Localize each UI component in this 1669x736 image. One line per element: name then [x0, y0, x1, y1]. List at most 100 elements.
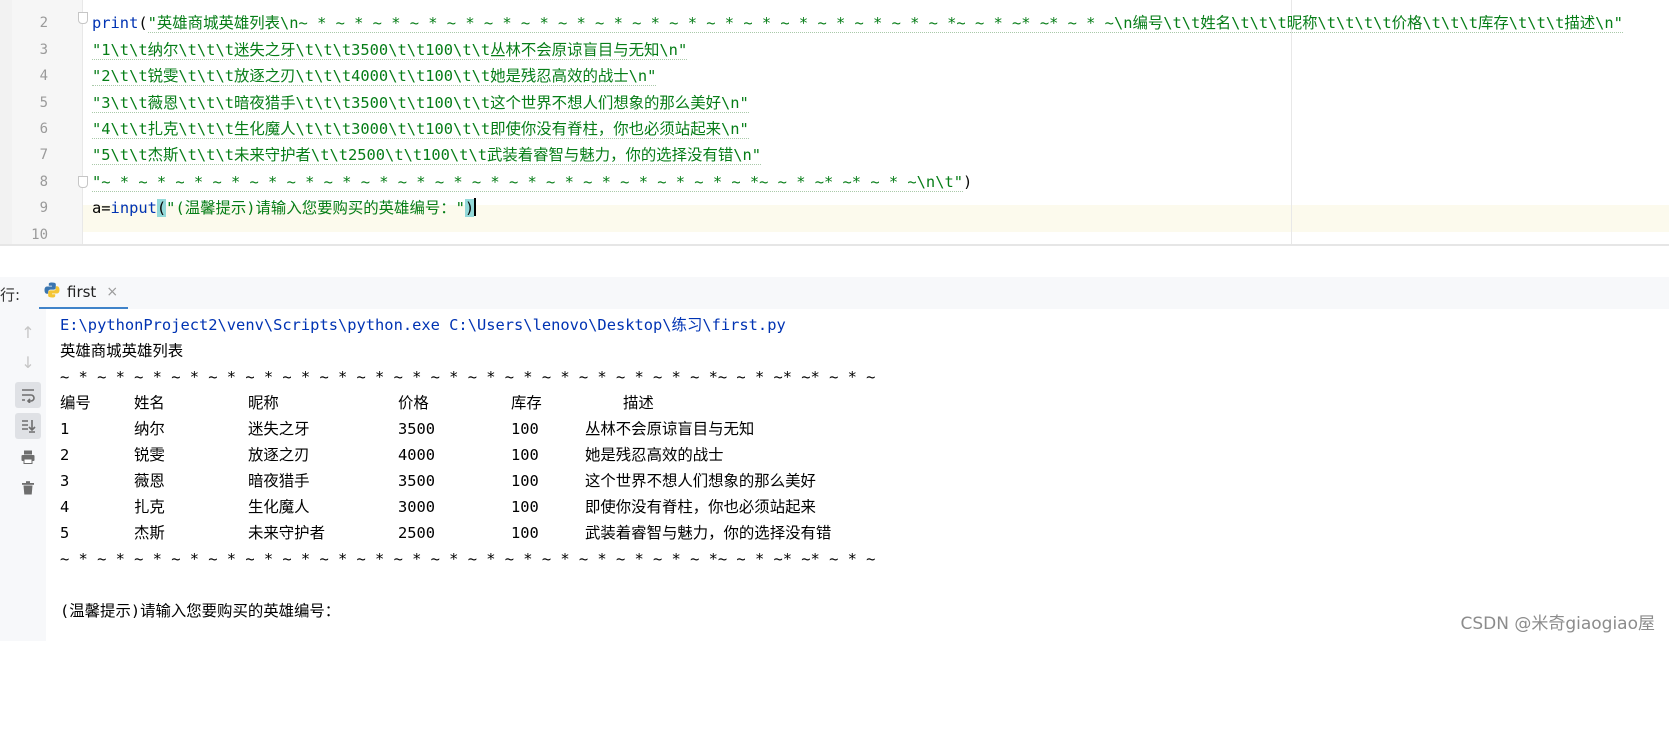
string-literal: "~ * ~ * ~ * ~ * ~ * ~ * ~ * ~ * ~ * ~ *… [92, 173, 963, 192]
print-keyword: print [92, 14, 139, 32]
scroll-to-end-icon[interactable] [15, 413, 41, 439]
header-cell: 昵称 [248, 394, 279, 412]
cell-stock: 100 [511, 498, 539, 516]
cell-name: 扎克 [134, 498, 165, 516]
fold-marker-icon[interactable] [78, 176, 88, 188]
cell-name: 锐雯 [134, 446, 165, 464]
close-paren: ) [963, 173, 973, 191]
line-number: 3 [39, 42, 48, 58]
cell-stock: 100 [511, 472, 539, 490]
string-literal: "英雄商城英雄列表\n~ * ~ * ~ * ~ * ~ * ~ * ~ * ~… [147, 14, 1623, 33]
cell-description: 武装着睿智与魅力，你的选择没有错 [585, 524, 832, 542]
cell-nickname: 放逐之刃 [248, 446, 310, 464]
cell-id: 2 [60, 446, 70, 464]
text-caret [474, 198, 477, 216]
line-number: 8 [39, 174, 48, 190]
editor-divider [0, 244, 1669, 246]
cell-name: 杰斯 [134, 524, 165, 542]
cell-id: 4 [60, 498, 70, 516]
header-cell: 库存 [511, 394, 542, 412]
code-line-4[interactable]: "2\t\t锐雯\t\t\t放逐之刃\t\t\t4000\t\t100\t\t她… [92, 63, 657, 90]
line-number: 7 [39, 147, 48, 163]
cell-nickname: 未来守护者 [248, 524, 325, 542]
run-label: 行: [0, 286, 21, 304]
code-line-8[interactable]: "~ * ~ * ~ * ~ * ~ * ~ * ~ * ~ * ~ * ~ *… [92, 169, 972, 196]
console-table-row: 4 扎克 生化魔人 3000 100 即使你没有脊柱，你也必须站起来 [60, 494, 960, 521]
tab-first[interactable]: first × [39, 277, 129, 310]
header-cell: 描述 [623, 394, 654, 412]
string-literal: "2\t\t锐雯\t\t\t放逐之刃\t\t\t4000\t\t100\t\t她… [92, 67, 657, 86]
code-line-7[interactable]: "5\t\t杰斯\t\t\t未来守护者\t\t2500\t\t100\t\t武装… [92, 142, 762, 169]
cell-description: 这个世界不想人们想象的那么美好 [585, 472, 816, 490]
line-number: 10 [31, 227, 48, 243]
code-editor[interactable]: 2 3 4 5 6 7 8 9 10 print("英雄商城英雄列表\n~ * … [0, 0, 1669, 246]
open-paren: ( [138, 14, 148, 32]
console-output[interactable]: E:\pythonProject2\venv\Scripts\python.ex… [46, 309, 1669, 641]
cell-id: 3 [60, 472, 70, 490]
close-icon[interactable]: × [106, 284, 118, 300]
string-literal: "3\t\t薇恩\t\t\t暗夜猎手\t\t\t3500\t\t100\t\t这… [92, 94, 749, 113]
code-line-9[interactable]: a=input("(温馨提示)请输入您要购买的英雄编号：") [92, 195, 477, 222]
cell-name: 薇恩 [134, 472, 165, 490]
console-separator: ~ * ~ * ~ * ~ * ~ * ~ * ~ * ~ * ~ * ~ * … [60, 550, 876, 568]
close-paren: ) [464, 199, 475, 217]
cell-description: 丛林不会原谅盲目与无知 [585, 420, 755, 438]
console-title: 英雄商城英雄列表 [60, 342, 184, 360]
header-cell: 姓名 [134, 394, 165, 412]
cell-nickname: 暗夜猎手 [248, 472, 310, 490]
console-command-line: E:\pythonProject2\venv\Scripts\python.ex… [60, 316, 786, 334]
arrow-down-icon[interactable]: ↓ [15, 349, 41, 375]
console-table-row: 3 薇恩 暗夜猎手 3500 100 这个世界不想人们想象的那么美好 [60, 468, 960, 495]
cell-price: 3500 [398, 420, 436, 438]
cell-price: 4000 [398, 446, 436, 464]
cell-price: 3500 [398, 472, 436, 490]
console-table-row: 1 纳尔 迷失之牙 3500 100 丛林不会原谅盲目与无知 [60, 416, 960, 443]
header-cell: 价格 [398, 394, 429, 412]
cell-id: 5 [60, 524, 70, 542]
fold-marker-icon[interactable] [78, 12, 88, 24]
line-number: 2 [39, 15, 48, 31]
cell-nickname: 迷失之牙 [248, 420, 310, 438]
cell-stock: 100 [511, 420, 539, 438]
editor-left-strip [0, 0, 12, 246]
trash-icon[interactable] [15, 475, 41, 501]
code-line-5[interactable]: "3\t\t薇恩\t\t\t暗夜猎手\t\t\t3500\t\t100\t\t这… [92, 90, 749, 117]
cell-stock: 100 [511, 446, 539, 464]
cell-name: 纳尔 [134, 420, 165, 438]
input-keyword: input [110, 199, 157, 217]
console-separator: ~ * ~ * ~ * ~ * ~ * ~ * ~ * ~ * ~ * ~ * … [60, 368, 876, 386]
run-tool-window-header: 行: first × [0, 277, 1669, 310]
python-icon [43, 281, 61, 303]
soft-wrap-icon[interactable] [15, 382, 41, 408]
cell-price: 2500 [398, 524, 436, 542]
console-table-row: 5 杰斯 未来守护者 2500 100 武装着睿智与魅力，你的选择没有错 [60, 520, 960, 547]
cell-stock: 100 [511, 524, 539, 542]
arrow-up-icon[interactable]: ↑ [15, 319, 41, 345]
cell-description: 即使你没有脊柱，你也必须站起来 [585, 498, 816, 516]
print-icon[interactable] [15, 444, 41, 470]
line-number: 6 [39, 121, 48, 137]
watermark: CSDN @米奇giaogiao屋 [1460, 614, 1655, 634]
run-toolbar: ↑ ↓ [0, 309, 47, 641]
string-literal: "(温馨提示)请输入您要购买的英雄编号：" [166, 199, 465, 217]
line-number: 5 [39, 95, 48, 111]
open-paren: ( [156, 199, 167, 217]
string-literal: "1\t\t纳尔\t\t\t迷失之牙\t\t\t3500\t\t100\t\t丛… [92, 41, 688, 60]
console-table-row: 2 锐雯 放逐之刃 4000 100 她是残忍高效的战士 [60, 442, 960, 469]
code-line-2[interactable]: print("英雄商城英雄列表\n~ * ~ * ~ * ~ * ~ * ~ *… [92, 10, 1623, 37]
header-cell: 编号 [60, 394, 91, 412]
cell-id: 1 [60, 420, 70, 438]
code-line-3[interactable]: "1\t\t纳尔\t\t\t迷失之牙\t\t\t3500\t\t100\t\t丛… [92, 37, 688, 64]
string-literal: "4\t\t扎克\t\t\t生化魔人\t\t\t3000\t\t100\t\t即… [92, 120, 749, 139]
cell-description: 她是残忍高效的战士 [585, 446, 724, 464]
cell-nickname: 生化魔人 [248, 498, 310, 516]
string-literal: "5\t\t杰斯\t\t\t未来守护者\t\t2500\t\t100\t\t武装… [92, 146, 762, 165]
line-number: 4 [39, 68, 48, 84]
line-number-gutter: 2 3 4 5 6 7 8 9 10 [12, 0, 88, 246]
cell-price: 3000 [398, 498, 436, 516]
code-line-6[interactable]: "4\t\t扎克\t\t\t生化魔人\t\t\t3000\t\t100\t\t即… [92, 116, 749, 143]
console-header-row: 编号 姓名 昵称 价格 库存 描述 [60, 390, 960, 417]
variable-assign: a= [92, 199, 111, 217]
tab-label: first [67, 283, 97, 301]
console-input-prompt[interactable]: (温馨提示)请输入您要购买的英雄编号： [60, 598, 340, 625]
